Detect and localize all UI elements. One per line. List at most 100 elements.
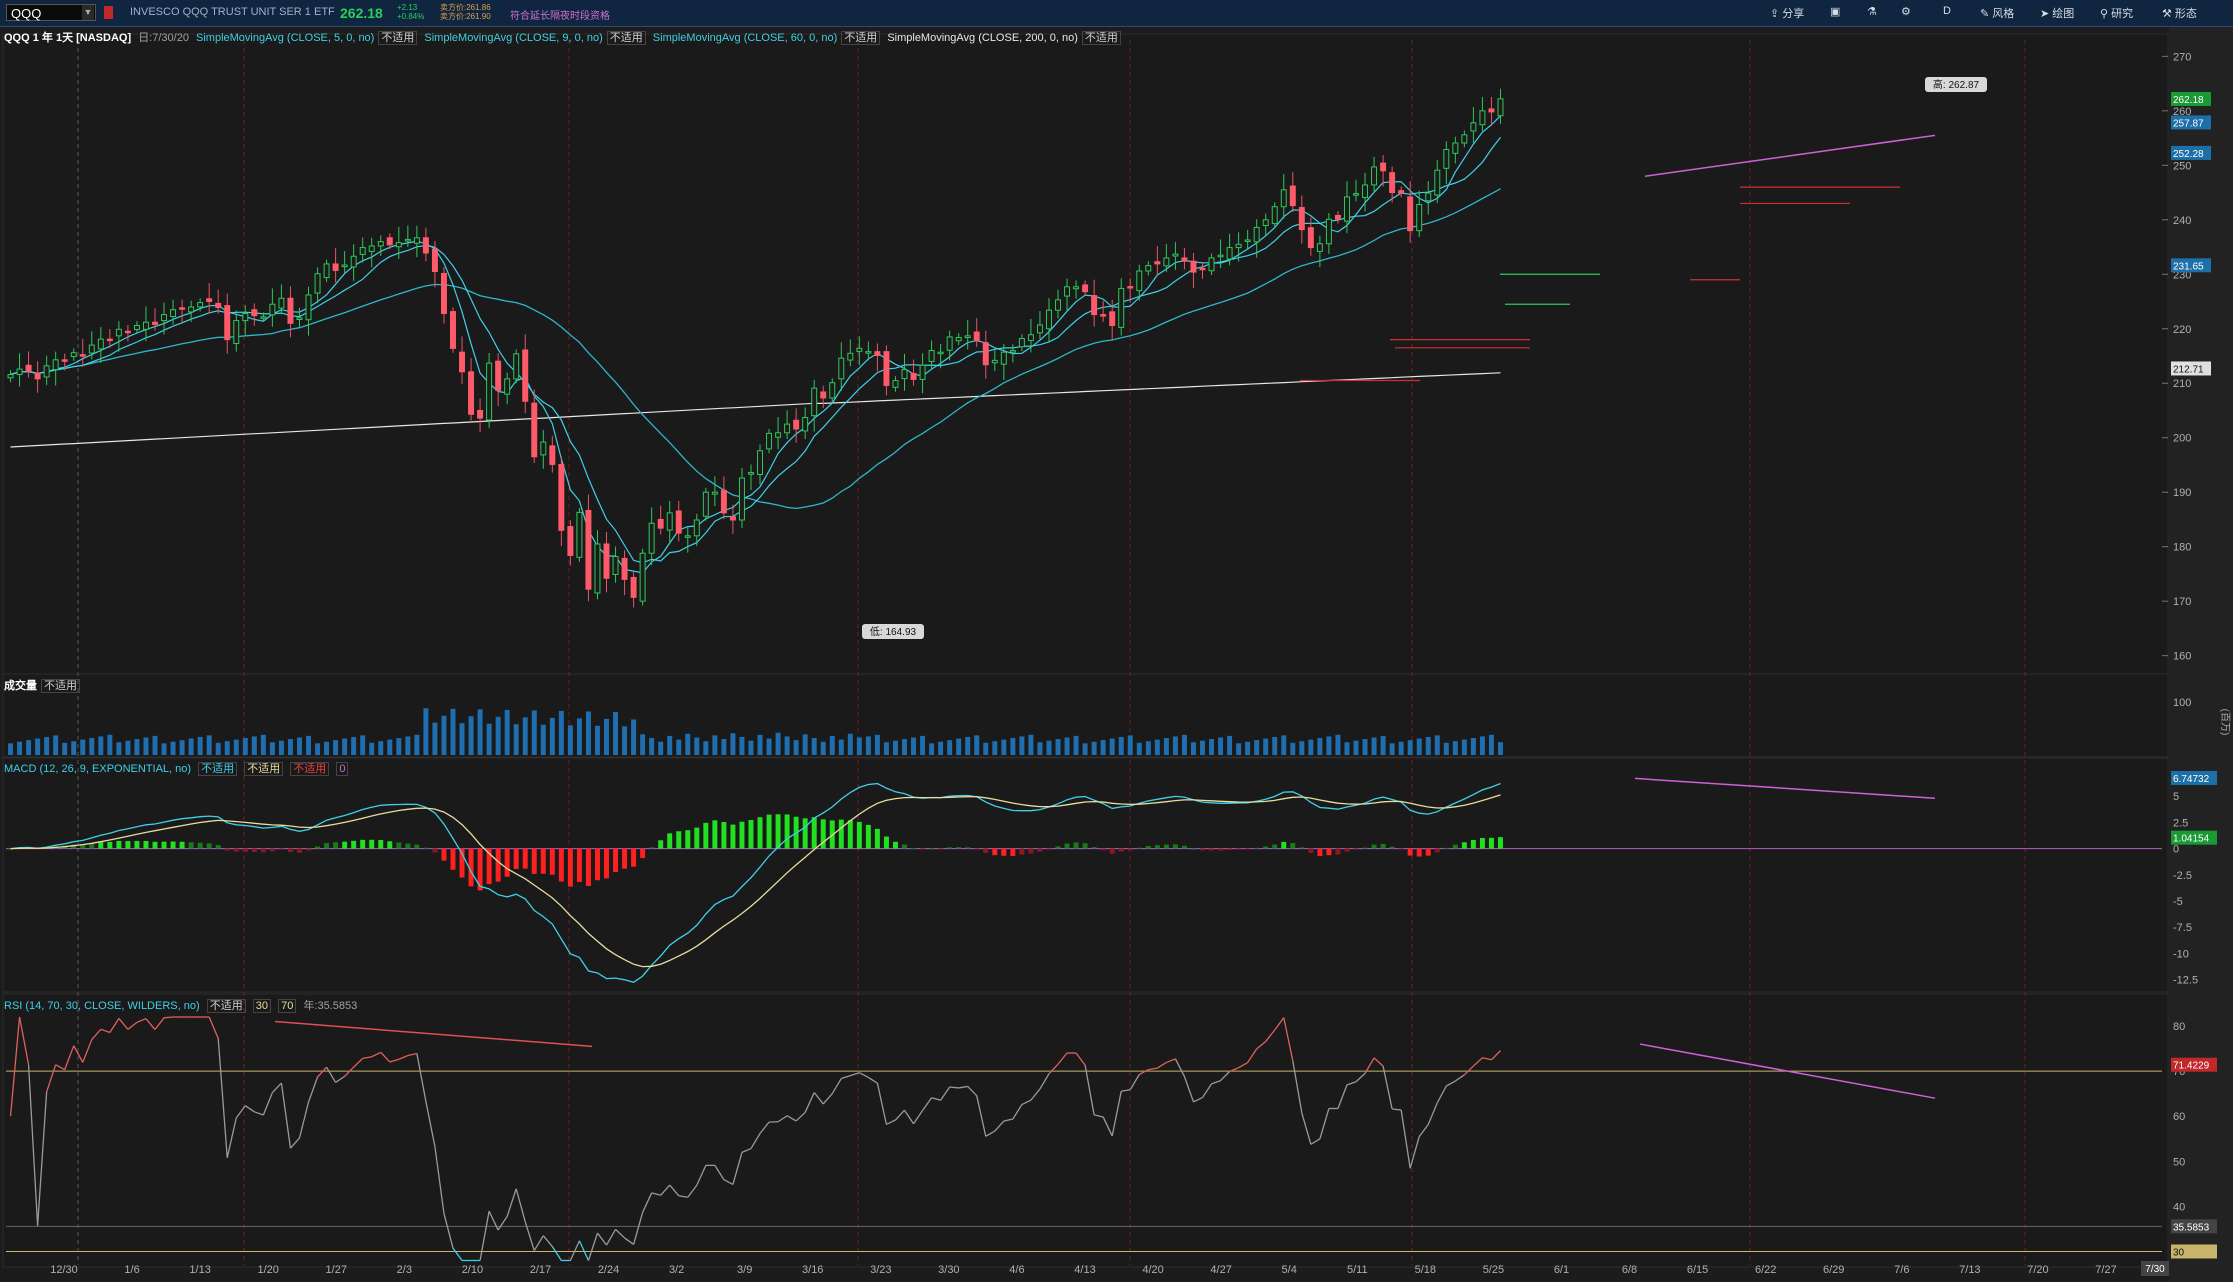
sma200-label[interactable]: SimpleMovingAvg (CLOSE, 200, 0, no) — [887, 32, 1078, 44]
volume-bar — [1263, 738, 1269, 755]
macd-hist-bar — [1272, 844, 1278, 849]
volume-bar — [649, 738, 655, 755]
macd-hist-bar — [739, 821, 745, 849]
macd-label[interactable]: MACD (12, 26, 9, EXPONENTIAL, no) — [4, 763, 191, 775]
macd-hist-bar — [1425, 848, 1431, 856]
candle — [504, 378, 511, 395]
macd-hist-bar — [712, 820, 718, 849]
volume-bar — [911, 737, 917, 755]
volume-bar — [1272, 736, 1278, 755]
macd-hist-bar — [197, 842, 203, 849]
candle — [811, 387, 818, 417]
volume-bar — [278, 740, 284, 755]
candle — [206, 298, 213, 303]
macd-hist-bar — [622, 848, 628, 869]
candle — [350, 255, 357, 268]
macd-tick-label: -5 — [2173, 896, 2183, 908]
macd-hist-bar — [1479, 837, 1485, 849]
candle — [1353, 193, 1359, 196]
candle — [79, 354, 86, 357]
price-tick-label: 240 — [2173, 215, 2191, 227]
volume-bar — [71, 741, 77, 755]
macd-hist-bar — [631, 848, 637, 867]
timeframe-button[interactable]: D — [1943, 5, 1951, 17]
candle — [1497, 98, 1504, 117]
macd-hist-bar — [1046, 848, 1052, 850]
price-tick-label: 200 — [2173, 433, 2191, 445]
chevron-down-icon[interactable]: ▼ — [82, 5, 94, 20]
macd-hist-bar — [1200, 848, 1205, 851]
candle — [711, 491, 718, 495]
candle — [1479, 110, 1486, 126]
rsi-label[interactable]: RSI (14, 70, 30, CLOSE, WILDERS, no) — [4, 1000, 200, 1012]
candle — [1036, 324, 1043, 334]
x-tick-label: 3/30 — [938, 1264, 959, 1276]
candle — [1334, 214, 1341, 220]
candle — [88, 344, 95, 354]
candle — [793, 419, 800, 430]
sma60-label[interactable]: SimpleMovingAvg (CLOSE, 60, 0, no) — [653, 32, 837, 44]
sma5-label[interactable]: SimpleMovingAvg (CLOSE, 5, 0, no) — [196, 32, 374, 44]
date-label: 日:7/30/20 — [138, 32, 189, 44]
macd-hist-bar — [1317, 848, 1323, 857]
macd-hist-bar — [1362, 847, 1368, 849]
flask-icon[interactable]: ⚗ — [1867, 5, 1877, 18]
candle — [422, 237, 429, 254]
volume-unit-label: (百万) — [2219, 709, 2231, 736]
volume-bar — [432, 722, 438, 755]
macd-hist-bar — [1154, 845, 1160, 849]
macd-hist-bar — [251, 848, 257, 853]
volume-bar — [1416, 738, 1422, 755]
candle — [70, 352, 77, 358]
macd-hist-bar — [1100, 848, 1106, 851]
candle — [802, 417, 809, 432]
candle — [7, 374, 14, 379]
macd-hist-bar — [1416, 848, 1422, 857]
macd-hist-bar — [1290, 843, 1296, 849]
notes-icon[interactable]: ▣ — [1830, 5, 1840, 18]
volume-bar — [1434, 735, 1440, 755]
candle — [748, 472, 754, 475]
volume-bar — [685, 733, 691, 755]
volume-bar — [188, 738, 194, 755]
volume-bar — [44, 736, 50, 755]
patterns-button[interactable]: ⚒ 形态 — [2162, 5, 2197, 21]
volume-bar — [495, 716, 501, 755]
candle — [1091, 295, 1098, 316]
extended-hours-label[interactable]: 符合延长隔夜时段资格 — [510, 7, 610, 22]
macd-hist-bar — [152, 841, 158, 849]
volume-bar — [1127, 735, 1133, 755]
flag-icon[interactable] — [104, 6, 113, 19]
macd-tag-text-0: 6.74732 — [2173, 774, 2210, 785]
volume-label[interactable]: 成交量 — [4, 680, 37, 692]
candle — [991, 359, 998, 364]
candle — [1307, 227, 1314, 249]
chart-symbol-label: QQQ 1 年 1天 [NASDAQ] — [4, 32, 132, 44]
candle — [766, 432, 773, 450]
share-button[interactable]: ⇪ 分享 — [1770, 5, 1804, 21]
x-tick-label: 7/20 — [2027, 1264, 2048, 1276]
style-button[interactable]: ✎ 风格 — [1980, 5, 2014, 21]
candle — [450, 311, 456, 349]
macd-hist-bar — [594, 848, 600, 881]
drawing-button[interactable]: ➤ 绘图 — [2040, 5, 2074, 21]
price-tag-text-1: 257.87 — [2173, 118, 2204, 129]
volume-bar — [116, 742, 122, 755]
volume-bar — [89, 738, 95, 755]
gear-icon[interactable]: ⚙ — [1901, 5, 1911, 18]
candle — [1226, 247, 1233, 260]
candle — [1325, 218, 1332, 245]
sma9-label[interactable]: SimpleMovingAvg (CLOSE, 9, 0, no) — [424, 32, 602, 44]
macd-hist-bar — [1344, 848, 1350, 852]
macd-hist-bar — [956, 847, 962, 849]
studies-button[interactable]: ⚲ 研究 — [2100, 5, 2133, 21]
macd-hist-bar — [902, 844, 907, 849]
macd-hist-bar — [685, 830, 691, 849]
macd-hist-bar — [1434, 848, 1440, 853]
candle — [1244, 239, 1251, 242]
chart-canvas[interactable]: 160170180190200210220230240250260270高: 2… — [0, 0, 2233, 1282]
candle — [1027, 334, 1034, 341]
x-tick-label: 6/15 — [1687, 1264, 1708, 1276]
macd-hist-bar — [1498, 837, 1503, 849]
volume-bar — [929, 743, 935, 755]
